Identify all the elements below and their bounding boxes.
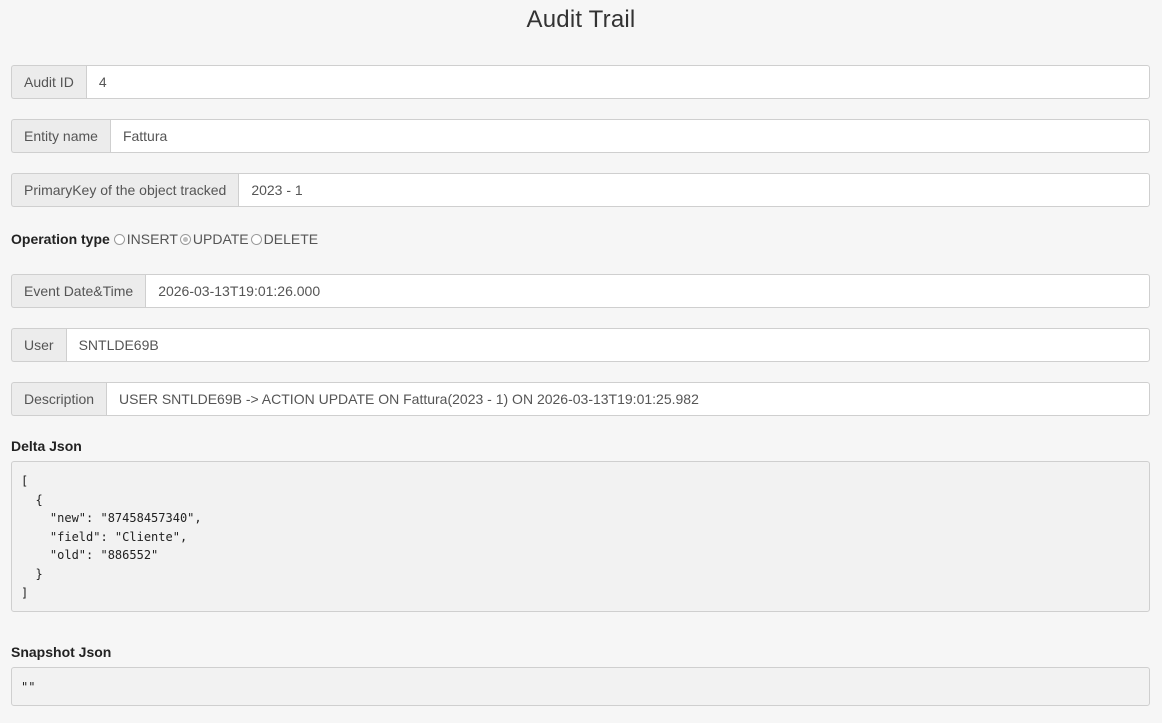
delete-radio[interactable] <box>250 233 262 245</box>
insert-radio-label: INSERT <box>126 231 178 247</box>
entity-name-row: Entity name Fattura <box>11 119 1150 153</box>
delta-json-heading: Delta Json <box>11 438 82 454</box>
primary-key-field[interactable]: 2023 - 1 <box>238 173 1150 207</box>
entity-name-field[interactable]: Fattura <box>109 119 1150 153</box>
user-field[interactable]: SNTLDE69B <box>65 328 1150 362</box>
operation-option-insert[interactable]: INSERT <box>113 231 178 247</box>
update-radio[interactable] <box>179 233 191 245</box>
audit-id-field[interactable]: 4 <box>85 65 1150 99</box>
audit-id-row: Audit ID 4 <box>11 65 1150 99</box>
event-datetime-label: Event Date&Time <box>11 274 146 308</box>
snapshot-json-heading: Snapshot Json <box>11 644 112 660</box>
page-title: Audit Trail <box>526 6 636 33</box>
operation-option-delete[interactable]: DELETE <box>250 231 319 247</box>
user-row: User SNTLDE69B <box>11 328 1150 362</box>
delta-json-box[interactable]: [ { "new": "87458457340", "field": "Clie… <box>11 461 1150 612</box>
primary-key-row: PrimaryKey of the object tracked 2023 - … <box>11 173 1150 207</box>
delete-radio-label: DELETE <box>263 231 319 247</box>
description-row: Description USER SNTLDE69B -> ACTION UPD… <box>11 382 1150 416</box>
update-radio-label: UPDATE <box>192 231 249 247</box>
operation-type-label: Operation type <box>11 231 110 247</box>
snapshot-json-box[interactable]: "" <box>11 667 1150 706</box>
audit-id-label: Audit ID <box>11 65 86 99</box>
primary-key-label: PrimaryKey of the object tracked <box>11 173 239 207</box>
event-datetime-field[interactable]: 2026-03-13T19:01:26.000 <box>145 274 1150 308</box>
description-label: Description <box>11 382 107 416</box>
user-label: User <box>11 328 66 362</box>
operation-type-group: Operation type INSERT UPDATE DELETE <box>11 229 320 249</box>
entity-name-label: Entity name <box>11 119 110 153</box>
description-field[interactable]: USER SNTLDE69B -> ACTION UPDATE ON Fattu… <box>106 382 1150 416</box>
event-datetime-row: Event Date&Time 2026-03-13T19:01:26.000 <box>11 274 1150 308</box>
insert-radio[interactable] <box>113 233 125 245</box>
operation-option-update[interactable]: UPDATE <box>179 231 249 247</box>
